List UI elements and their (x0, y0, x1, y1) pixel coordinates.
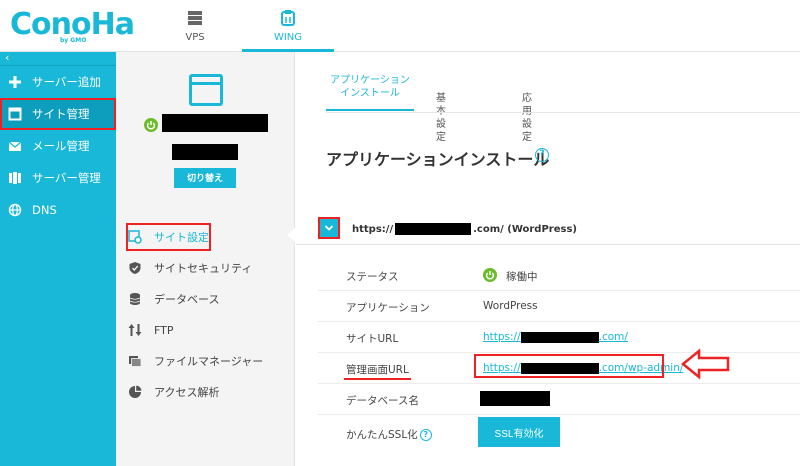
globe-icon (8, 203, 22, 217)
power-status-icon (483, 268, 497, 282)
sidebar-item-add-server[interactable]: サーバー追加 (0, 66, 116, 98)
app-url: https:// .com/ (WordPress) (352, 223, 577, 235)
menu-site-security[interactable]: サイトセキュリティ (128, 256, 252, 280)
site-url-prefix: https:// (483, 331, 521, 343)
mail-icon (8, 141, 22, 151)
row-db-name: データベース名 (318, 384, 800, 415)
menu-database[interactable]: データベース (128, 287, 219, 311)
topnav-vps-label: VPS (185, 32, 205, 43)
sidebar-item-dns[interactable]: DNS (0, 194, 116, 226)
site-url-label: サイトURL (346, 333, 399, 345)
panel-pointer (287, 228, 295, 242)
chevron-left-icon: ‹ (5, 51, 10, 64)
sidebar-item-label: サーバー追加 (32, 75, 101, 89)
help-icon[interactable]: ? (419, 429, 432, 441)
row-application: アプリケーション WordPress (318, 291, 800, 322)
tab-basic-settings[interactable]: 基本設定 (436, 92, 446, 144)
server-stack-icon (9, 172, 21, 184)
admin-url-label: 管理画面URL (344, 362, 411, 380)
wing-icon (281, 10, 295, 26)
db-name-label: データベース名 (346, 395, 419, 407)
menu-label: データベース (154, 293, 220, 306)
page-title: アプリケーションインストール (326, 150, 550, 169)
topnav-wing[interactable]: WING (238, 0, 338, 52)
redacted-domain (395, 223, 472, 235)
menu-label: サイトセキュリティ (154, 262, 253, 275)
sidebar-item-label: サーバー管理 (32, 171, 101, 185)
site-url-link[interactable]: https:// .com/ (483, 331, 628, 343)
top-bar: ConoHa by GMO VPS WING (0, 0, 800, 52)
sidebar-item-server-management[interactable]: サーバー管理 (0, 162, 116, 194)
application-label: アプリケーション (346, 302, 430, 314)
sidebar-item-label: メール管理 (32, 139, 90, 153)
menu-label: ファイルマネージャー (154, 355, 264, 368)
menu-file-manager[interactable]: ファイルマネージャー (128, 349, 263, 373)
ssl-label-wrap: かんたんSSL化? (346, 427, 432, 442)
redacted-domain (520, 331, 599, 343)
arrow-left-icon (681, 348, 730, 380)
server-icon (188, 11, 202, 25)
redacted-db-name (480, 391, 550, 406)
window-icon (8, 107, 22, 121)
sidebar-item-mail-management[interactable]: メール管理 (0, 130, 116, 162)
tabs-divider (326, 112, 800, 113)
folder-icon (129, 356, 142, 367)
menu-ftp[interactable]: FTP (128, 318, 174, 342)
logo-sub: by GMO (60, 37, 87, 44)
site-url-suffix: .com/ (598, 331, 628, 343)
expand-toggle-button[interactable] (318, 217, 340, 239)
status-value: 稼働中 (506, 271, 538, 283)
help-icon[interactable]: ? (535, 148, 549, 162)
shield-icon (129, 262, 141, 274)
topnav-wing-label: WING (273, 32, 303, 43)
site-window-icon (189, 74, 223, 106)
site-url-value: https:// .com/ (483, 331, 628, 343)
sidebar-item-site-management[interactable]: サイト管理 (0, 98, 116, 130)
sidebar-item-label: サイト管理 (32, 107, 90, 121)
application-value: WordPress (483, 300, 538, 312)
gear-icon (128, 230, 142, 244)
menu-access-analytics[interactable]: アクセス解析 (128, 380, 219, 404)
redacted-site-domain (172, 144, 238, 160)
app-url-prefix: https:// (352, 223, 394, 235)
menu-label: FTP (154, 323, 174, 337)
admin-url-highlight-box (474, 354, 664, 378)
database-icon (129, 293, 141, 305)
site-panel: 切り替え サイト設定 サイトセキュリティ データベース FTP ファイルマネージ… (116, 52, 295, 466)
enable-ssl-button[interactable]: SSL有効化 (478, 417, 560, 447)
pie-chart-icon (129, 385, 142, 398)
tab-label-line2: インストール (340, 88, 400, 99)
app-header-row[interactable]: https:// .com/ (WordPress) (296, 215, 800, 245)
menu-label: アクセス解析 (154, 386, 220, 399)
switch-site-button[interactable]: 切り替え (174, 168, 236, 188)
conoha-logo[interactable]: ConoHa by GMO (10, 8, 135, 46)
power-status-icon (144, 118, 158, 132)
app-url-suffix: .com/ (WordPress) (473, 223, 577, 235)
topnav-vps[interactable]: VPS (145, 0, 245, 52)
tab-label-line1: アプリケーション (330, 75, 410, 86)
tab-app-install[interactable]: アプリケーション インストール (326, 74, 414, 111)
updown-arrows-icon (128, 324, 142, 336)
sidebar-collapse-button[interactable]: ‹ (0, 52, 116, 66)
tab-advanced-settings[interactable]: 応用設定 (522, 92, 532, 144)
status-label: ステータス (346, 271, 399, 283)
menu-site-settings[interactable]: サイト設定 (126, 223, 211, 251)
sidebar: ‹ サーバー追加 サイト管理 メール管理 サーバー管理 DNS (0, 52, 116, 466)
chevron-down-icon (324, 225, 334, 231)
plus-icon (9, 76, 21, 88)
row-status: ステータス 稼働中 (318, 260, 800, 291)
redacted-site-name (162, 114, 268, 132)
sidebar-item-label: DNS (32, 203, 57, 217)
ssl-label: かんたんSSL化 (346, 429, 418, 441)
menu-label: サイト設定 (154, 231, 209, 244)
